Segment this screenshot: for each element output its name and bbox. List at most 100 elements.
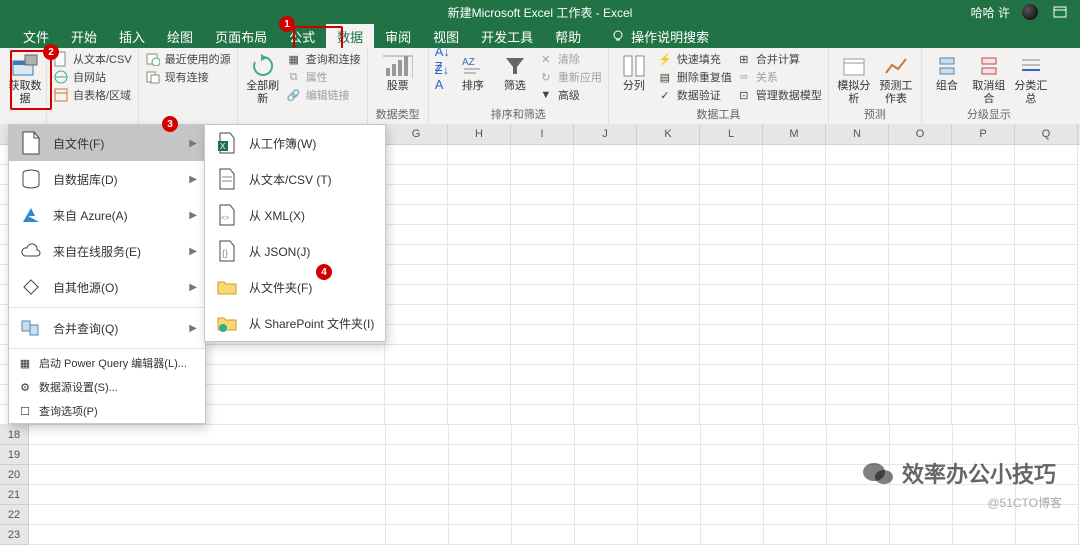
from-file-menu-item[interactable]: 自文件(F)▶: [9, 125, 205, 161]
cell[interactable]: [952, 385, 1015, 405]
cell[interactable]: [889, 225, 952, 245]
cell[interactable]: [385, 205, 448, 225]
cell[interactable]: [575, 525, 638, 545]
cell[interactable]: [448, 185, 511, 205]
cell[interactable]: [575, 465, 638, 485]
cell[interactable]: [511, 145, 574, 165]
cell[interactable]: [827, 505, 890, 525]
cell[interactable]: [700, 205, 763, 225]
cell[interactable]: [952, 145, 1015, 165]
menu-insert[interactable]: 插入: [108, 24, 156, 48]
cell[interactable]: [952, 165, 1015, 185]
cell[interactable]: [637, 385, 700, 405]
cell[interactable]: [574, 365, 637, 385]
cell[interactable]: [889, 185, 952, 205]
from-database-menu-item[interactable]: 自数据库(D)▶: [9, 161, 205, 197]
cell[interactable]: [700, 405, 763, 425]
get-data-button[interactable]: 获取数据: [6, 50, 44, 106]
cell[interactable]: [637, 325, 700, 345]
cell[interactable]: [512, 445, 575, 465]
from-other-menu-item[interactable]: 自其他源(O)▶: [9, 269, 205, 305]
cell[interactable]: [385, 285, 448, 305]
cell[interactable]: [1015, 145, 1078, 165]
cell[interactable]: [448, 245, 511, 265]
cell[interactable]: [700, 285, 763, 305]
edit-links-button[interactable]: 🔗编辑链接: [286, 86, 361, 104]
cell[interactable]: [385, 305, 448, 325]
cell[interactable]: [952, 285, 1015, 305]
cell[interactable]: [763, 185, 826, 205]
from-json-menu-item[interactable]: {} 从 JSON(J): [205, 233, 385, 269]
cell[interactable]: [952, 205, 1015, 225]
cell[interactable]: [575, 505, 638, 525]
cell[interactable]: [700, 345, 763, 365]
properties-button[interactable]: ⧉属性: [286, 68, 361, 86]
cell[interactable]: [1015, 205, 1078, 225]
cell[interactable]: [889, 285, 952, 305]
menu-help[interactable]: 帮助: [544, 24, 592, 48]
cell[interactable]: [449, 485, 512, 505]
cell[interactable]: [763, 305, 826, 325]
from-azure-menu-item[interactable]: 来自 Azure(A)▶: [9, 197, 205, 233]
col-header[interactable]: K: [637, 124, 700, 144]
cell[interactable]: [763, 265, 826, 285]
cell[interactable]: [763, 365, 826, 385]
refresh-all-button[interactable]: 全部刷新: [244, 50, 282, 106]
cell[interactable]: [889, 145, 952, 165]
ungroup-button[interactable]: 取消组合: [970, 50, 1008, 106]
cell[interactable]: [512, 525, 575, 545]
menu-home[interactable]: 开始: [60, 24, 108, 48]
col-header[interactable]: N: [826, 124, 889, 144]
cell[interactable]: [826, 345, 889, 365]
clear-filter-button[interactable]: ✕清除: [538, 50, 602, 68]
cell[interactable]: [764, 425, 827, 445]
cell[interactable]: [826, 145, 889, 165]
cell[interactable]: [1015, 365, 1078, 385]
cell[interactable]: [1015, 345, 1078, 365]
avatar[interactable]: [1022, 4, 1038, 20]
existing-conn-button[interactable]: 现有连接: [145, 68, 231, 86]
cell[interactable]: [638, 485, 701, 505]
cell[interactable]: [637, 165, 700, 185]
cell[interactable]: [763, 325, 826, 345]
cell[interactable]: [637, 265, 700, 285]
col-header[interactable]: P: [952, 124, 1015, 144]
cell[interactable]: [637, 145, 700, 165]
cell[interactable]: [889, 405, 952, 425]
cell[interactable]: [826, 205, 889, 225]
cell[interactable]: [763, 345, 826, 365]
cell[interactable]: [889, 325, 952, 345]
cell[interactable]: [448, 385, 511, 405]
cell[interactable]: [952, 325, 1015, 345]
whatif-button[interactable]: 模拟分析: [835, 50, 873, 106]
cell[interactable]: [764, 465, 827, 485]
cell[interactable]: [385, 385, 448, 405]
cell[interactable]: [574, 165, 637, 185]
flash-fill-button[interactable]: ⚡快速填充: [657, 50, 732, 68]
cell[interactable]: [953, 425, 1016, 445]
cell[interactable]: [637, 245, 700, 265]
cell[interactable]: [385, 265, 448, 285]
cell[interactable]: [511, 225, 574, 245]
cell[interactable]: [386, 505, 449, 525]
cell[interactable]: [889, 265, 952, 285]
cell[interactable]: [700, 265, 763, 285]
cell[interactable]: [637, 365, 700, 385]
cell[interactable]: [449, 505, 512, 525]
row-header[interactable]: 20: [0, 465, 29, 485]
consolidate-button[interactable]: ⊞合并计算: [736, 50, 822, 68]
cell[interactable]: [1015, 305, 1078, 325]
stocks-button[interactable]: 股票: [374, 50, 422, 93]
cell[interactable]: [763, 145, 826, 165]
queries-conn-button[interactable]: ▦查询和连接: [286, 50, 361, 68]
col-header[interactable]: M: [763, 124, 826, 144]
cell[interactable]: [890, 425, 953, 445]
recent-sources-button[interactable]: 最近使用的源: [145, 50, 231, 68]
cell[interactable]: [574, 185, 637, 205]
cell[interactable]: [764, 505, 827, 525]
cell[interactable]: [827, 525, 890, 545]
text-to-columns-button[interactable]: 分列: [615, 50, 653, 93]
cell[interactable]: [953, 525, 1016, 545]
cell[interactable]: [701, 445, 764, 465]
cell[interactable]: [764, 445, 827, 465]
